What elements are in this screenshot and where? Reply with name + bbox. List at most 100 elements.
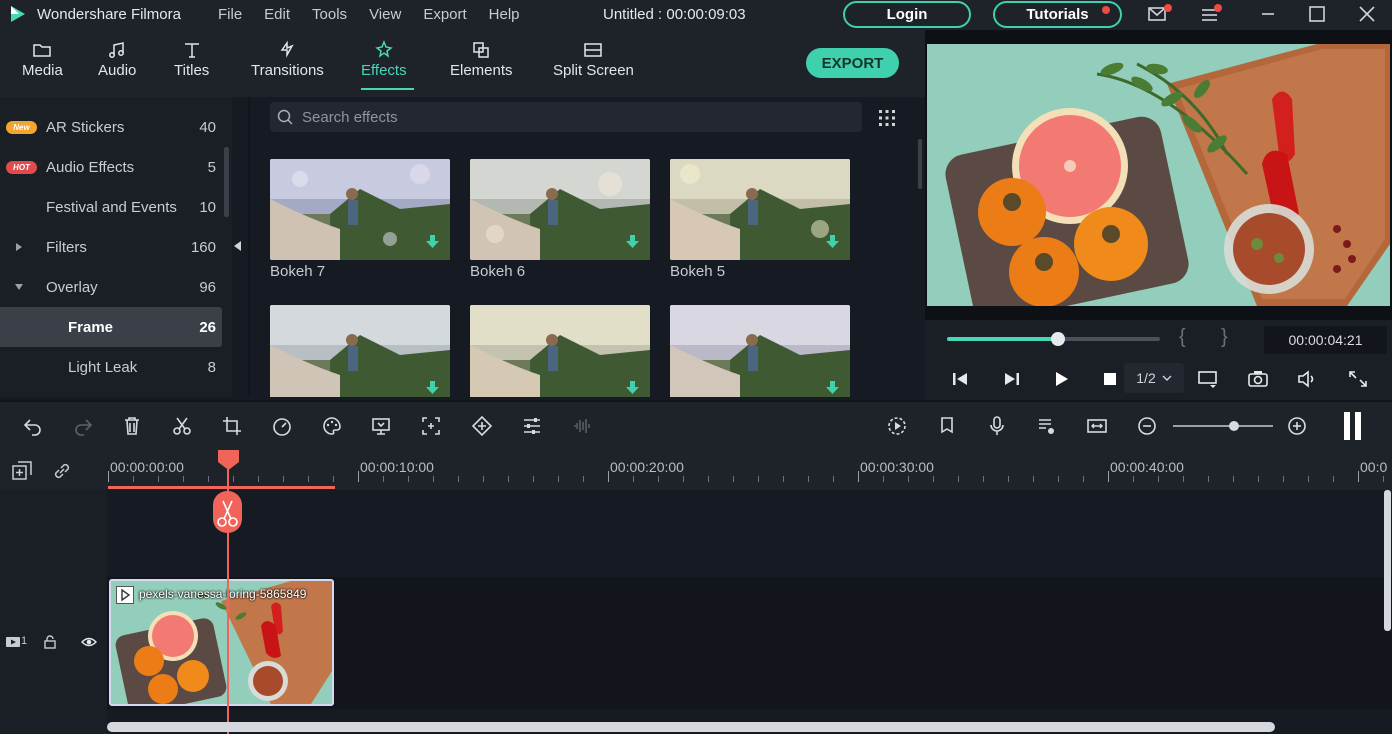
zoom-slider-handle[interactable] <box>1229 421 1239 431</box>
redo-icon[interactable] <box>72 415 94 437</box>
ruler-tick <box>508 476 509 482</box>
effect-thumbnail[interactable] <box>270 305 450 397</box>
effects-icon <box>374 40 394 60</box>
expand-arrow-icon[interactable] <box>16 243 22 251</box>
play-icon[interactable] <box>1049 369 1073 389</box>
playback-quality-select[interactable]: 1/2 <box>1124 363 1184 393</box>
sidebar-item-count: 40 <box>199 119 216 136</box>
tab-split-screen[interactable]: Split Screen <box>553 40 634 79</box>
preview-progress-handle[interactable] <box>1051 332 1065 346</box>
menu-file[interactable]: File <box>218 6 242 23</box>
tab-effects[interactable]: Effects <box>361 40 407 79</box>
ruler-tick <box>233 476 234 482</box>
export-button[interactable]: EXPORT <box>806 48 899 78</box>
ruler-tick <box>1033 476 1034 482</box>
undo-icon[interactable] <box>22 415 44 437</box>
search-input[interactable] <box>302 102 842 132</box>
effect-thumbnail[interactable] <box>670 305 850 397</box>
crop-icon[interactable] <box>221 415 243 437</box>
effect-thumbnail[interactable] <box>670 159 850 260</box>
color-palette-icon[interactable] <box>321 415 343 437</box>
fit-timeline-icon[interactable] <box>1086 415 1108 437</box>
ruler-tick <box>1083 476 1084 482</box>
ruler-tick <box>983 476 984 482</box>
sidebar-item-frame[interactable]: Frame 26 <box>0 307 222 347</box>
menu-tools[interactable]: Tools <box>312 6 347 23</box>
preview-panel: { } 00:00:04:21 1/2 <box>925 30 1392 400</box>
bokeh-6-thumbnail-image <box>470 159 650 260</box>
speed-icon[interactable] <box>271 415 293 437</box>
ruler-tick <box>1183 476 1184 482</box>
sidebar-item-filters[interactable]: Filters 160 <box>0 227 222 267</box>
video-clip[interactable]: pexels-vanessa-loring-5865849 <box>109 579 334 706</box>
microphone-icon[interactable] <box>986 415 1008 437</box>
tutorials-button[interactable]: Tutorials <box>993 1 1122 28</box>
sidebar-item-ar-stickers[interactable]: New AR Stickers 40 <box>0 107 222 147</box>
tab-titles[interactable]: Titles <box>174 40 209 79</box>
minimize-icon[interactable] <box>1257 4 1279 24</box>
ruler-tick <box>408 476 409 482</box>
effect-thumbnail[interactable] <box>470 305 650 397</box>
display-settings-icon[interactable] <box>1196 369 1220 389</box>
fullscreen-icon[interactable] <box>1346 369 1370 389</box>
sidebar-item-light-leak[interactable]: Light Leak 8 <box>0 347 222 387</box>
sidebar-scrollbar[interactable] <box>224 147 229 217</box>
effects-scrollbar[interactable] <box>918 139 922 189</box>
tab-audio[interactable]: Audio <box>98 40 136 79</box>
mark-out-button[interactable]: } <box>1221 326 1228 349</box>
render-preview-icon[interactable] <box>886 415 908 437</box>
adjust-settings-icon[interactable] <box>521 415 543 437</box>
volume-icon[interactable] <box>1296 369 1320 389</box>
green-screen-icon[interactable] <box>370 415 392 437</box>
effect-thumbnail-image <box>670 305 850 397</box>
maximize-icon[interactable] <box>1306 4 1328 24</box>
effect-thumbnail[interactable] <box>270 159 450 260</box>
sidebar-item-audio-effects[interactable]: HOT Audio Effects 5 <box>0 147 222 187</box>
delete-trash-icon[interactable] <box>121 415 143 437</box>
menu-help[interactable]: Help <box>489 6 520 23</box>
next-frame-icon[interactable] <box>999 369 1023 389</box>
mark-in-button[interactable]: { <box>1179 326 1186 349</box>
link-icon[interactable] <box>51 460 73 482</box>
playhead-handle[interactable] <box>218 450 239 470</box>
timeline-horizontal-scrollbar[interactable] <box>107 722 1275 732</box>
timeline-ruler[interactable]: 00:00:00:00 00:00:10:00 00:00:20:00 00:0… <box>0 450 1392 490</box>
audio-waveform-icon[interactable] <box>571 415 593 437</box>
hot-badge: HOT <box>6 161 37 174</box>
video-track-icon <box>6 636 20 648</box>
lock-open-icon[interactable] <box>44 635 56 649</box>
preview-progress-track[interactable] <box>947 337 1160 341</box>
tab-transitions[interactable]: Transitions <box>251 40 324 79</box>
split-scissors-icon[interactable] <box>171 415 193 437</box>
menu-edit[interactable]: Edit <box>264 6 290 23</box>
close-icon[interactable] <box>1356 4 1378 24</box>
zoom-in-icon[interactable] <box>1286 415 1308 437</box>
split-at-playhead-button[interactable] <box>213 491 242 533</box>
effect-thumbnail[interactable] <box>470 159 650 260</box>
audio-mixer-icon[interactable] <box>1036 415 1058 437</box>
preview-progress-fill <box>947 337 1058 341</box>
eye-visibility-icon[interactable] <box>81 636 97 648</box>
snapshot-camera-icon[interactable] <box>1246 369 1270 389</box>
collapse-arrow-icon[interactable] <box>15 284 23 290</box>
zoom-slider-track[interactable] <box>1173 425 1273 427</box>
keyframe-icon[interactable] <box>471 415 493 437</box>
sidebar-item-festival-and-events[interactable]: Festival and Events 10 <box>0 187 222 227</box>
menu-view[interactable]: View <box>369 6 401 23</box>
add-track-icon[interactable] <box>11 460 33 482</box>
empty-track[interactable] <box>107 490 1392 576</box>
zoom-out-icon[interactable] <box>1136 415 1158 437</box>
sidebar-item-overlay[interactable]: Overlay 96 <box>0 267 222 307</box>
tab-media[interactable]: Media <box>22 40 63 79</box>
pause-icon[interactable] <box>1344 412 1350 440</box>
menu-export[interactable]: Export <box>423 6 466 23</box>
stop-icon[interactable] <box>1098 369 1122 389</box>
stabilization-icon[interactable] <box>420 415 442 437</box>
collapse-sidebar-icon[interactable] <box>234 241 241 251</box>
timeline-vertical-scrollbar[interactable] <box>1384 490 1391 631</box>
tab-elements[interactable]: Elements <box>450 40 513 79</box>
previous-frame-icon[interactable] <box>949 369 973 389</box>
marker-icon[interactable] <box>936 415 958 437</box>
login-button[interactable]: Login <box>843 1 971 28</box>
grid-view-icon[interactable] <box>878 109 896 127</box>
